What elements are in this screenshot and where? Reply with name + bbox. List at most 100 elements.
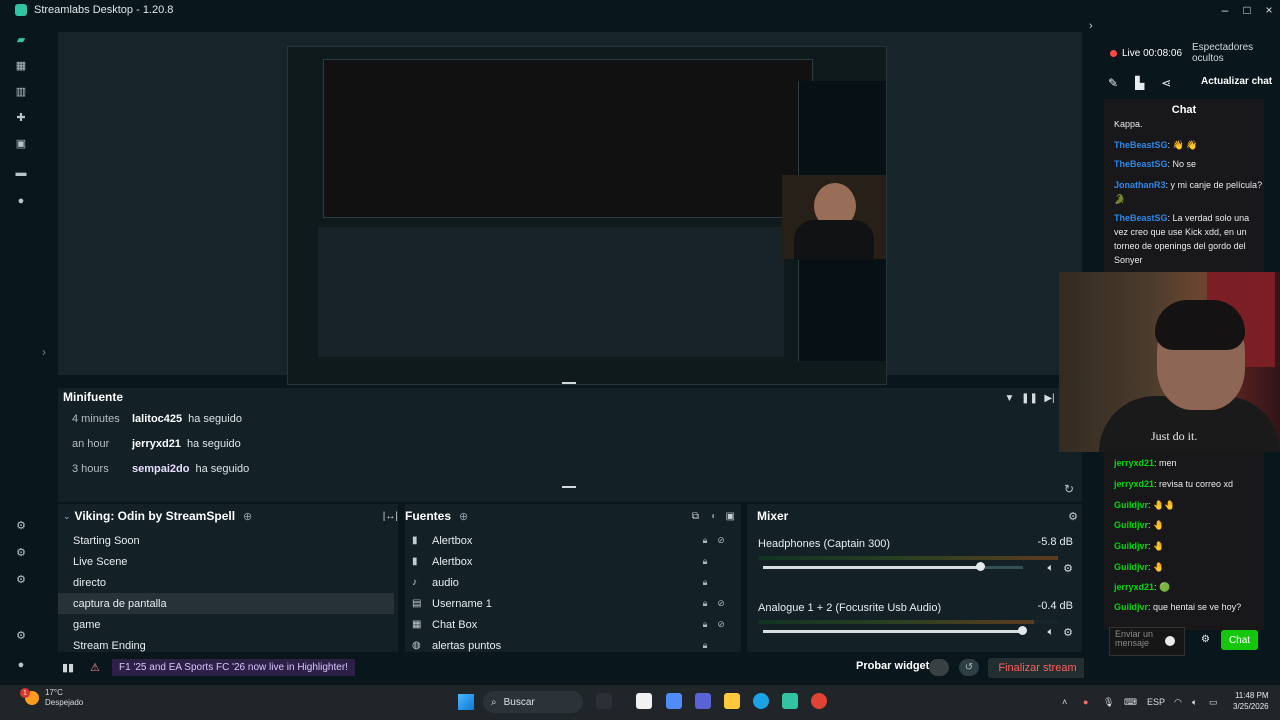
chevron-right-icon[interactable]: › bbox=[1089, 20, 1093, 32]
speaker-icon[interactable]: 🔈︎ bbox=[1048, 626, 1055, 639]
tools-icon[interactable]: ✚ bbox=[14, 110, 28, 124]
volume-knob[interactable] bbox=[976, 562, 986, 571]
scene-item[interactable]: Live Scene bbox=[58, 551, 394, 572]
chrome-icon[interactable] bbox=[811, 693, 827, 709]
language-indicator[interactable]: ESP bbox=[1147, 697, 1165, 707]
taskbar-search[interactable]: ⌕ Buscar bbox=[483, 691, 583, 713]
maximize-button[interactable]: □ bbox=[1236, 0, 1258, 20]
chat-send-button[interactable]: Chat bbox=[1221, 630, 1258, 650]
lock-icon[interactable]: 🔒︎ bbox=[697, 640, 713, 651]
lock-icon[interactable]: 🔒︎ bbox=[697, 535, 713, 546]
visibility-icon[interactable]: ◐ bbox=[711, 511, 717, 522]
scene-item[interactable]: game bbox=[58, 614, 394, 635]
stream-settings-icon[interactable]: ⚙ bbox=[14, 518, 28, 532]
alert-icon[interactable]: ⚠ bbox=[90, 661, 100, 674]
keyboard-icon[interactable]: ⌨ bbox=[1124, 697, 1137, 708]
source-item[interactable]: ▤ Username 1 🔒︎ ⊘ bbox=[405, 593, 729, 614]
scene-collection-title[interactable]: Viking: Odin by StreamSpell bbox=[75, 509, 235, 523]
settings-icon[interactable]: ⚙ bbox=[14, 628, 28, 642]
tray-app-icon[interactable]: ● bbox=[1083, 697, 1088, 707]
end-stream-button[interactable]: Finalizar stream bbox=[988, 658, 1087, 678]
viewers-hidden[interactable]: Espectadores ocultos bbox=[1192, 42, 1272, 64]
wifi-icon[interactable]: ◠ bbox=[1174, 697, 1182, 708]
stats-bar-icon[interactable]: ▮▮ bbox=[62, 661, 74, 674]
test-widgets-button[interactable]: Probar widgets bbox=[856, 660, 935, 672]
volume-slider[interactable] bbox=[763, 626, 1027, 635]
app-icon[interactable] bbox=[636, 693, 652, 709]
profile-icon[interactable]: ● bbox=[14, 658, 28, 672]
edit-icon[interactable]: ✎ bbox=[1108, 76, 1118, 90]
highlighter-banner[interactable]: F1 '25 and EA Sports FC '26 now live in … bbox=[112, 659, 355, 676]
chevron-down-icon[interactable]: ⌄ bbox=[63, 511, 71, 522]
scene-item-selected[interactable]: captura de pantalla bbox=[58, 593, 394, 614]
store-icon[interactable]: ▣ bbox=[14, 136, 28, 150]
track-settings-icon[interactable]: ⚙ bbox=[1063, 626, 1073, 639]
video-icon[interactable]: ▙ bbox=[1135, 76, 1144, 90]
editor-main: › Minifuente ▼ ❚❚ ▶| ⚙ 4 minuteslalitoc4… bbox=[42, 20, 1084, 685]
event-row: 4 minutes lalitoc425 ha seguido bbox=[72, 413, 242, 425]
theme-icon[interactable]: ⚙ bbox=[14, 572, 28, 586]
microphone-icon[interactable]: 🎙︎ bbox=[1103, 697, 1114, 708]
transition-icon[interactable]: |↔| bbox=[383, 511, 398, 522]
chat-settings-icon[interactable]: ⚙ bbox=[1201, 634, 1210, 645]
source-item[interactable]: ▮ Alertbox 🔒︎ ⊘ bbox=[405, 530, 729, 551]
skip-icon[interactable]: ▶| bbox=[1043, 392, 1056, 405]
refresh-icon[interactable]: ↻ bbox=[1064, 482, 1074, 496]
share-icon[interactable]: ⋖ bbox=[1161, 76, 1171, 90]
source-item[interactable]: ♪ audio 🔒︎ bbox=[405, 572, 729, 593]
chevron-up-icon[interactable]: ˄ bbox=[1062, 697, 1067, 707]
add-scene-icon[interactable]: ⊕ bbox=[243, 510, 252, 523]
file-explorer-icon[interactable] bbox=[724, 693, 740, 709]
highlighter-icon[interactable]: ● bbox=[14, 194, 28, 208]
volume-knob[interactable] bbox=[1018, 626, 1027, 635]
mixer-settings-icon[interactable]: ⚙ bbox=[1068, 510, 1078, 523]
source-item[interactable]: ▮ Alertbox 🔒︎ bbox=[405, 551, 729, 572]
dashboard-icon[interactable]: ▦ bbox=[14, 58, 28, 72]
system-clock[interactable]: 11:48 PM 3/25/2026 bbox=[1233, 690, 1269, 712]
source-item[interactable]: ▦ Chat Box 🔒︎ ⊘ bbox=[405, 614, 729, 635]
teams-icon[interactable] bbox=[695, 693, 711, 709]
copilot-icon[interactable] bbox=[666, 693, 682, 709]
lock-icon[interactable]: 🔒︎ bbox=[697, 577, 713, 588]
lock-icon[interactable]: 🔒︎ bbox=[697, 556, 713, 567]
record-button[interactable] bbox=[929, 659, 949, 676]
lock-icon[interactable]: 🔒︎ bbox=[697, 598, 713, 609]
filter-icon[interactable]: ▼ bbox=[1003, 392, 1016, 405]
emoticon-icon[interactable] bbox=[1165, 636, 1175, 646]
refresh-chat-button[interactable]: Actualizar chat bbox=[1201, 76, 1272, 87]
pause-icon[interactable]: ❚❚ bbox=[1021, 392, 1038, 405]
group-icon[interactable]: ⧉ bbox=[692, 511, 699, 522]
track-settings-icon[interactable]: ⚙ bbox=[1063, 562, 1073, 575]
stream-preview[interactable] bbox=[58, 32, 1082, 385]
speaker-icon[interactable]: 🔈︎ bbox=[1048, 562, 1055, 575]
resize-handle[interactable] bbox=[562, 486, 576, 488]
streamlabs-taskbar-icon[interactable] bbox=[782, 693, 798, 709]
library-icon[interactable]: ▥ bbox=[14, 84, 28, 98]
battery-icon[interactable]: ▭ bbox=[1209, 697, 1218, 708]
volume-icon[interactable]: 🔈︎ bbox=[1192, 697, 1197, 708]
eye-hidden-icon[interactable]: ⊘ bbox=[713, 535, 729, 546]
taskview-icon[interactable] bbox=[596, 693, 612, 709]
weather-widget[interactable]: 1 17°C Despejado bbox=[20, 688, 83, 708]
scene-item[interactable]: Starting Soon bbox=[58, 530, 394, 551]
chevron-right-icon[interactable]: › bbox=[42, 345, 46, 359]
dual-output-icon[interactable]: ⚙ bbox=[14, 545, 28, 559]
volume-slider[interactable] bbox=[763, 562, 1023, 571]
close-button[interactable]: × bbox=[1258, 0, 1280, 20]
eye-hidden-icon[interactable]: ⊘ bbox=[713, 598, 729, 609]
edge-icon[interactable] bbox=[753, 693, 769, 709]
windows-start-icon[interactable] bbox=[458, 694, 474, 710]
lock-icon[interactable]: 🔒︎ bbox=[697, 619, 713, 630]
mixer-title: Mixer bbox=[757, 509, 789, 523]
chat-message: TheBeastSG: No se bbox=[1114, 159, 1197, 169]
editor-icon[interactable]: ▰ bbox=[14, 32, 28, 46]
studio-dock: ⌄ Viking: Odin by StreamSpell ⊕ |↔| Star… bbox=[58, 504, 1082, 652]
eye-hidden-icon[interactable]: ⊘ bbox=[713, 619, 729, 630]
add-source-icon[interactable]: ⊕ bbox=[459, 510, 468, 523]
replay-buffer-button[interactable]: ↺ bbox=[959, 659, 979, 676]
properties-icon[interactable]: ▣ bbox=[726, 511, 735, 522]
resize-handle[interactable] bbox=[562, 382, 576, 384]
minimize-button[interactable]: – bbox=[1214, 0, 1236, 20]
stats-icon[interactable]: ▬ bbox=[14, 166, 28, 180]
scene-item[interactable]: directo bbox=[58, 572, 394, 593]
